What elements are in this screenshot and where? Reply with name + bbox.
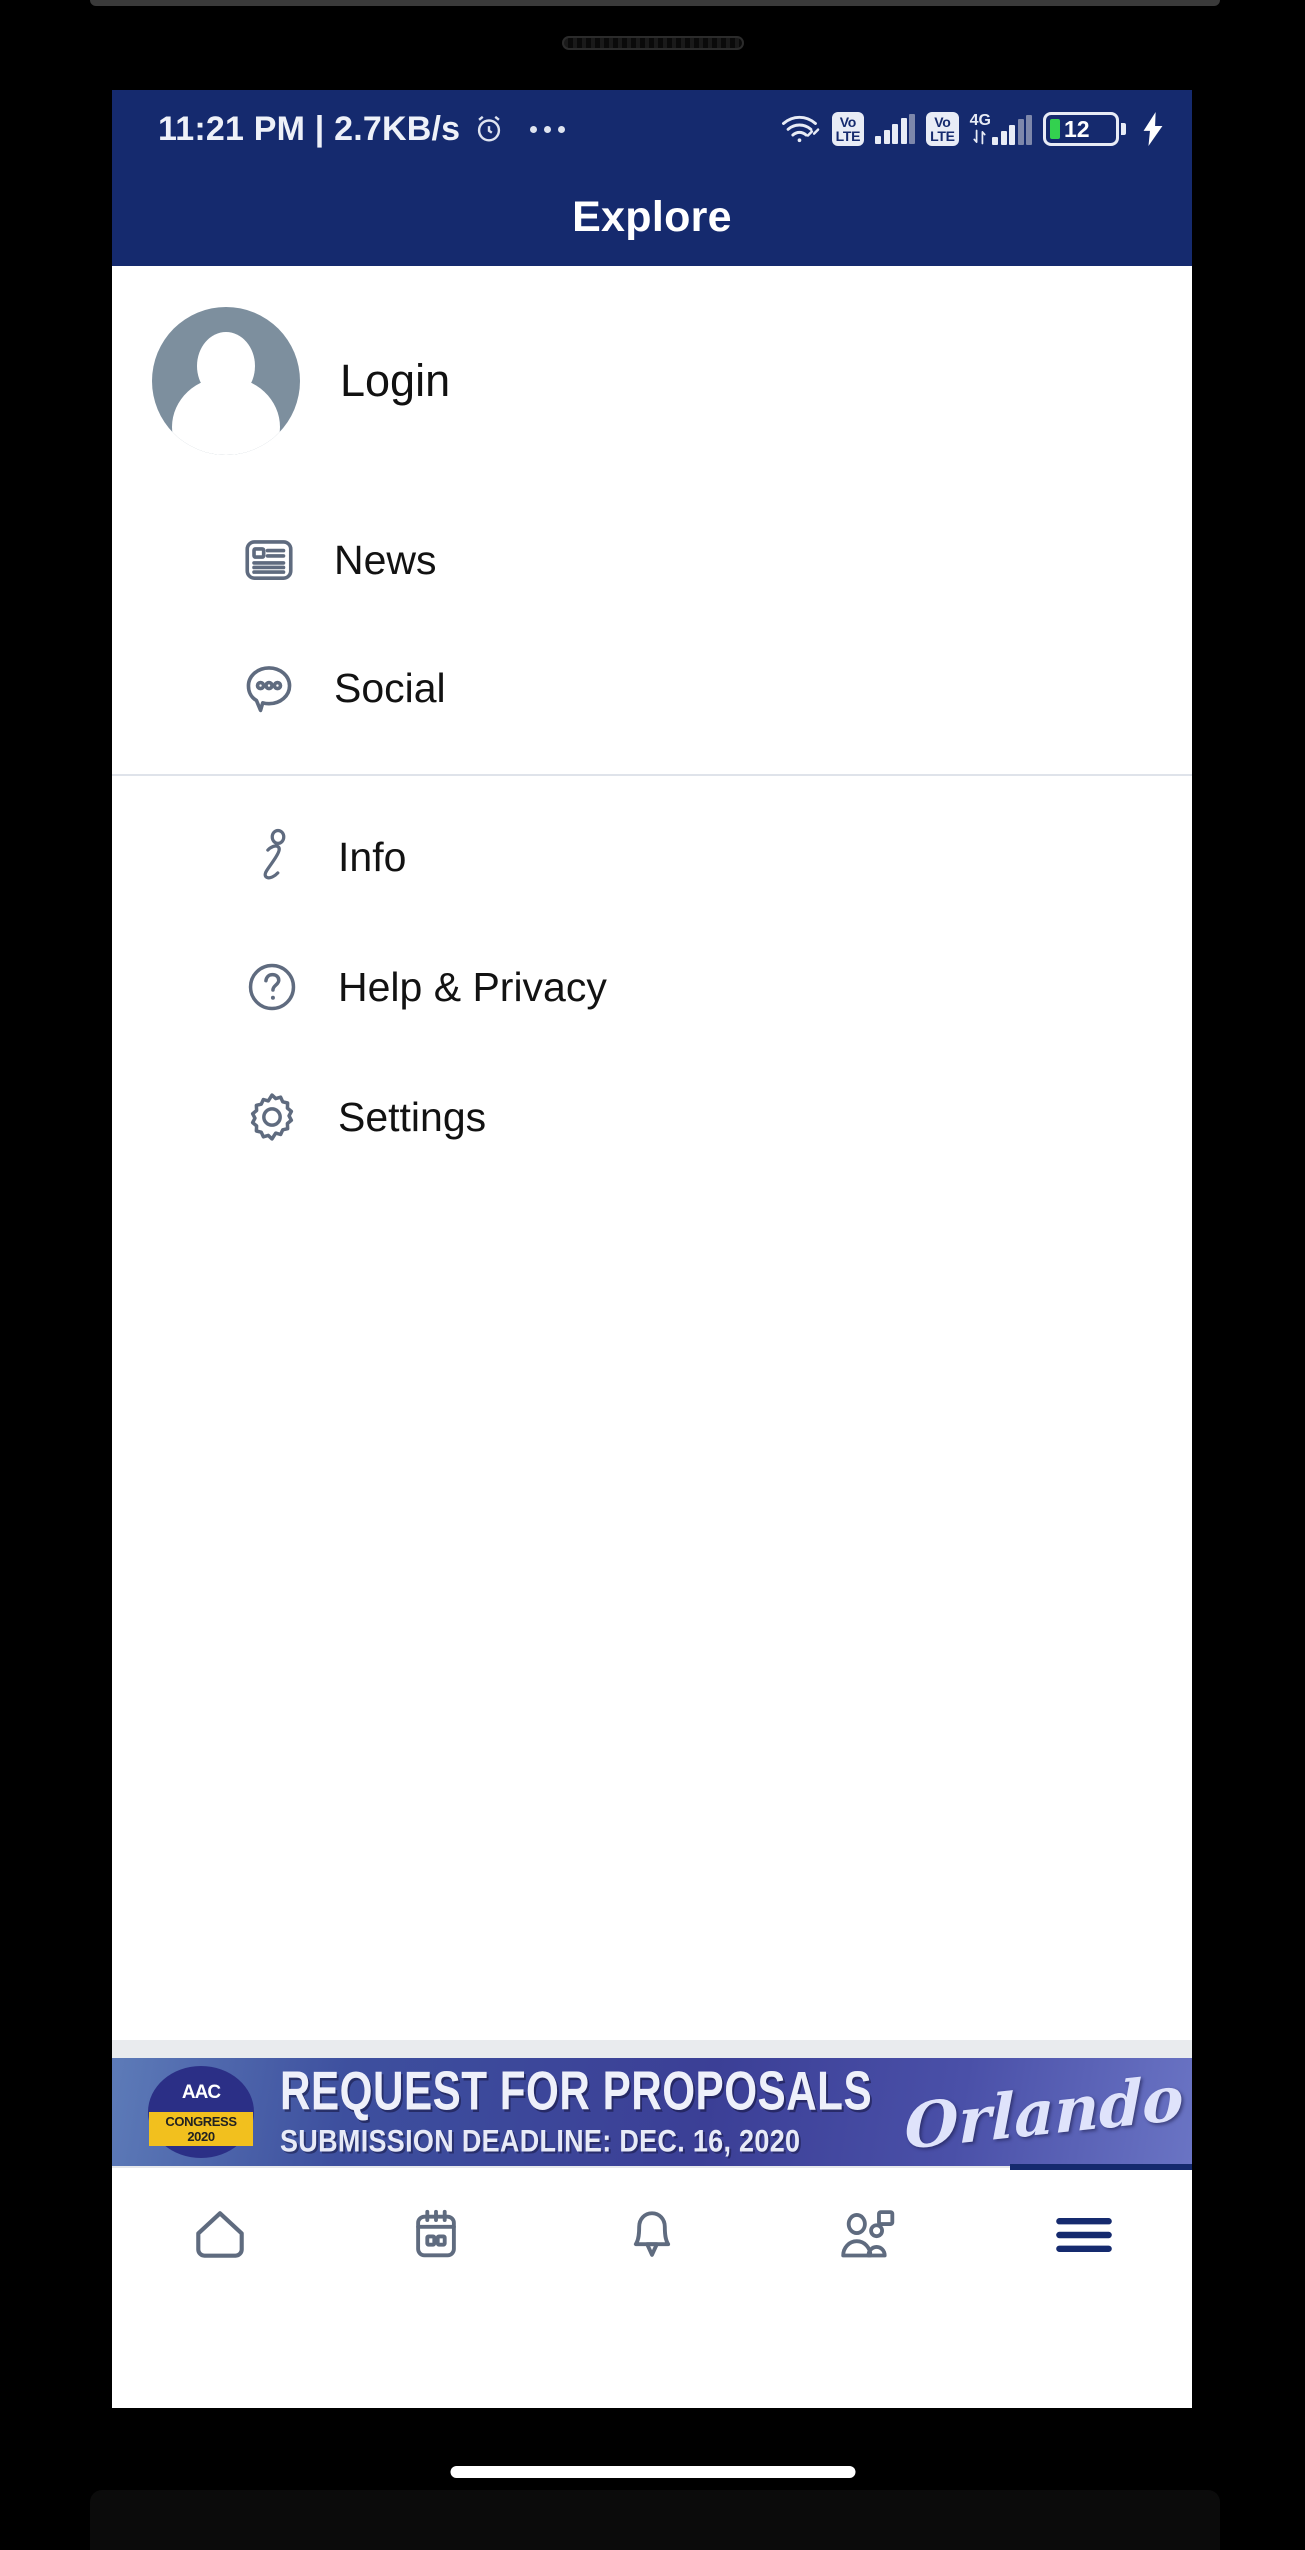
account-login-row[interactable]: Login <box>112 266 1192 496</box>
menu-item-label: Settings <box>338 1093 487 1140</box>
advertisement-banner[interactable]: AAC CONGRESS 2020 REQUEST FOR PROPOSALS … <box>112 2058 1192 2166</box>
question-circle-icon <box>244 959 312 1015</box>
nav-item-notifications[interactable] <box>544 2168 760 2306</box>
menu-item-label: Info <box>338 833 407 880</box>
status-clock-and-netspeed: 11:21 PM | 2.7KB/s <box>158 109 461 148</box>
gesture-home-bar[interactable] <box>450 2466 855 2478</box>
newspaper-icon <box>240 531 308 589</box>
phone-top-bezel <box>90 0 1220 6</box>
phone-frame: 11:21 PM | 2.7KB/s Vo LTE Vo LTE 4G 12 E… <box>0 0 1305 2550</box>
three-dots-icon <box>530 125 566 133</box>
wifi-icon <box>781 115 819 143</box>
logo-badge-text: CONGRESS 2020 <box>149 2111 253 2146</box>
menu-item-social[interactable]: Social <box>112 624 1192 752</box>
bell-icon <box>623 2206 681 2269</box>
battery-cap <box>1121 123 1126 135</box>
battery-fill-level <box>1050 119 1060 139</box>
status-bar-left: 11:21 PM | 2.7KB/s <box>158 109 566 149</box>
volte-top-text: Vo <box>839 114 857 130</box>
lightning-bolt-icon <box>1143 112 1163 146</box>
page-title: Explore <box>572 192 732 241</box>
banner-headline: REQUEST FOR PROPOSALS <box>280 2060 873 2122</box>
menu-item-info[interactable]: Info <box>112 792 1192 922</box>
people-icon <box>837 2206 899 2269</box>
home-icon <box>189 2204 251 2271</box>
network-type-label: 4G <box>969 112 991 129</box>
explore-menu-list: Login News Social Info Help & Privacy Se… <box>112 266 1192 2040</box>
volte-bottom-text: LTE <box>835 128 861 144</box>
banner-subline: SUBMISSION DEADLINE: DEC. 16, 2020 <box>280 2123 801 2158</box>
nav-item-calendar[interactable] <box>328 2168 544 2306</box>
data-transfer-icon <box>973 129 986 145</box>
battery-percent-label: 12 <box>1064 115 1090 142</box>
menu-group-secondary: Info Help & Privacy Settings <box>112 792 1192 1182</box>
menu-group-primary: News Social <box>112 496 1192 752</box>
volte-badge-sim2: Vo LTE <box>926 112 959 146</box>
bottom-navigation-bar <box>112 2164 1192 2306</box>
aac-congress-logo: AAC CONGRESS 2020 <box>148 2066 254 2158</box>
app-bar: Explore <box>112 168 1192 266</box>
status-bar: 11:21 PM | 2.7KB/s Vo LTE Vo LTE 4G 12 <box>112 90 1192 168</box>
volte-badge-sim1: Vo LTE <box>831 112 865 146</box>
menu-item-help-privacy[interactable]: Help & Privacy <box>112 922 1192 1052</box>
account-login-label: Login <box>340 355 451 406</box>
alarm-clock-icon <box>478 115 501 142</box>
hamburger-menu-icon <box>1052 2206 1116 2269</box>
menu-item-settings[interactable]: Settings <box>112 1052 1192 1182</box>
status-bar-right: Vo LTE Vo LTE 4G 12 <box>781 112 1166 146</box>
menu-item-news[interactable]: News <box>112 496 1192 624</box>
chat-bubble-icon <box>240 659 308 717</box>
user-avatar-icon <box>152 307 300 455</box>
signal-bars-sim2: 4G <box>970 113 1032 145</box>
battery-indicator: 12 <box>1043 112 1126 146</box>
nav-item-home[interactable] <box>112 2168 328 2306</box>
menu-item-label: News <box>334 536 437 583</box>
earpiece-speaker-grille <box>561 36 744 50</box>
nav-item-attendees[interactable] <box>760 2168 976 2306</box>
calendar-icon <box>407 2206 465 2269</box>
phone-screen: 11:21 PM | 2.7KB/s Vo LTE Vo LTE 4G 12 E… <box>112 90 1192 2408</box>
menu-section-divider <box>112 774 1192 776</box>
gear-icon <box>244 1089 312 1145</box>
banner-text-block: REQUEST FOR PROPOSALS SUBMISSION DEADLIN… <box>280 2063 904 2158</box>
signal-bars-sim1 <box>875 114 916 144</box>
phone-bottom-bezel <box>90 2490 1220 2550</box>
menu-item-label: Social <box>334 664 446 711</box>
nav-item-more[interactable] <box>976 2168 1192 2306</box>
banner-city-script: Orlando <box>904 2060 1184 2164</box>
banner-top-spacer <box>112 2040 1192 2058</box>
menu-item-label: Help & Privacy <box>338 963 607 1010</box>
info-icon <box>244 827 312 887</box>
volte-top-text: Vo <box>934 114 951 130</box>
volte-bottom-text: LTE <box>930 128 955 144</box>
